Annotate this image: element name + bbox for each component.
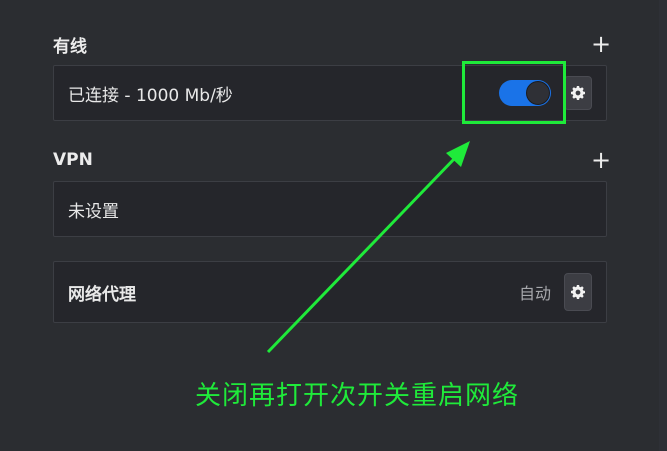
arrow-line: [266, 156, 457, 354]
annotation-text: 关闭再打开次开关重启网络: [195, 381, 520, 411]
